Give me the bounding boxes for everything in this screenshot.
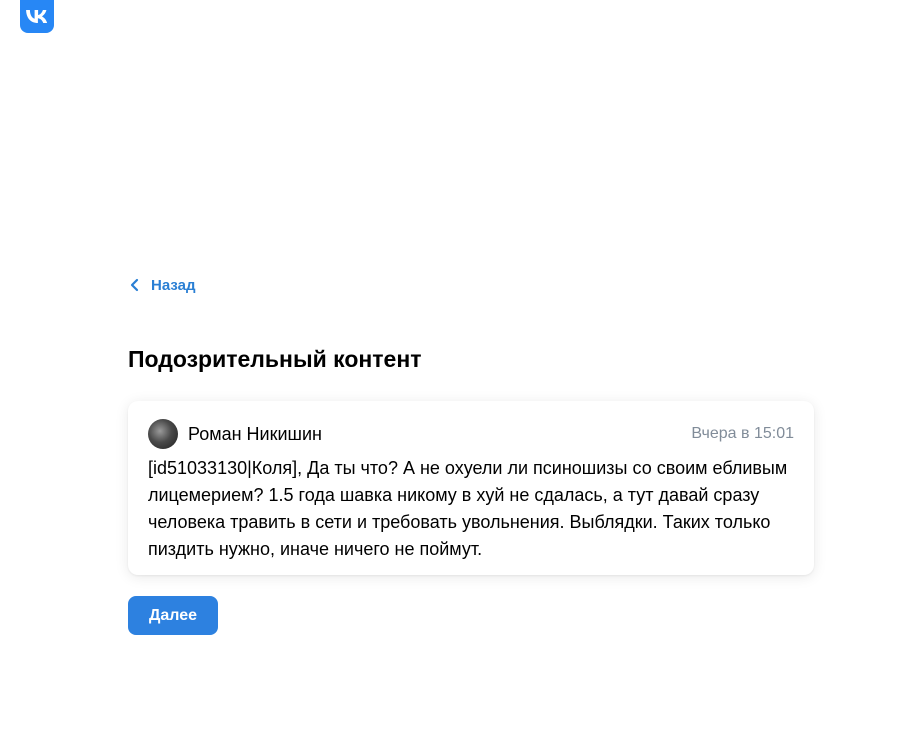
vk-logo-icon[interactable] <box>20 0 54 33</box>
page-title: Подозрительный контент <box>128 346 422 372</box>
back-link-label: Назад <box>151 276 196 294</box>
author-name[interactable]: Роман Никишин <box>188 424 322 445</box>
chevron-left-icon <box>130 278 139 292</box>
next-button[interactable]: Далее <box>128 596 218 635</box>
comment-header: Роман Никишин Вчера в 15:01 <box>148 419 794 449</box>
vk-logo-glyph <box>26 10 48 23</box>
back-link[interactable]: Назад <box>128 274 195 296</box>
comment-timestamp: Вчера в 15:01 <box>691 425 794 442</box>
page: Назад Подозрительный контент Роман Никиш… <box>0 0 919 748</box>
comment-card: Роман Никишин Вчера в 15:01 [id51033130|… <box>128 401 814 575</box>
comment-text: [id51033130|Коля], Да ты что? А не охуел… <box>148 458 788 559</box>
avatar[interactable] <box>148 419 178 449</box>
